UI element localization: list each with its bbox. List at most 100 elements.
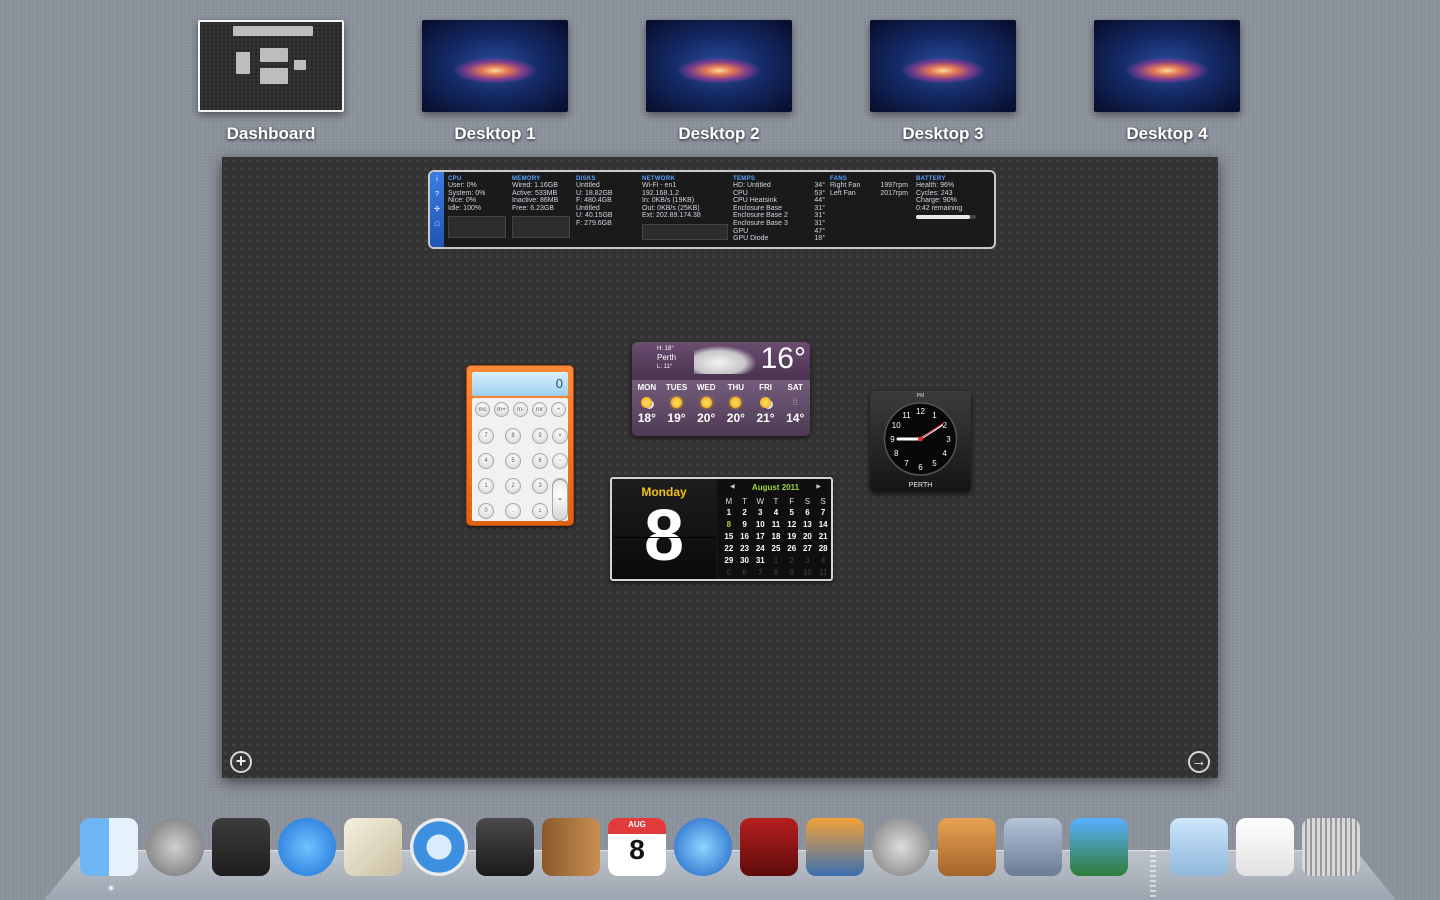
calendar-day-other-month[interactable]: 10 bbox=[800, 567, 816, 579]
calendar-day[interactable]: 14 bbox=[815, 519, 831, 531]
calendar-day[interactable]: 31 bbox=[752, 555, 768, 567]
dock-item-trash[interactable] bbox=[1302, 818, 1362, 878]
calendar-day-other-month[interactable]: 3 bbox=[800, 555, 816, 567]
dock-item-ical[interactable]: AUG 8 bbox=[608, 818, 668, 878]
dock-item-document[interactable] bbox=[1236, 818, 1296, 878]
calendar-day[interactable]: 25 bbox=[768, 543, 784, 555]
desktop-thumbnail[interactable] bbox=[1094, 20, 1240, 112]
move-icon[interactable]: ✣ bbox=[430, 202, 444, 217]
calc-key-decimal[interactable]: . bbox=[505, 503, 521, 519]
calendar-widget[interactable]: Monday 8 ◀ August 2011 ▶ MTWTFSS12345678… bbox=[610, 477, 833, 581]
resize-icon[interactable]: □ bbox=[430, 217, 444, 232]
dock-item-itunes[interactable] bbox=[674, 818, 734, 878]
istat-tabs[interactable]: i ? ✣ □ bbox=[430, 172, 444, 247]
info-icon[interactable]: i bbox=[430, 172, 444, 187]
calendar-day[interactable]: 17 bbox=[752, 531, 768, 543]
desktop-thumbnail[interactable] bbox=[422, 20, 568, 112]
calendar-day[interactable]: 20 bbox=[800, 531, 816, 543]
calendar-day[interactable]: 6 bbox=[800, 507, 816, 519]
dock-item-system-preferences[interactable] bbox=[872, 818, 932, 878]
calc-key-memory-clear[interactable]: mc bbox=[475, 402, 490, 417]
dock-item-mail[interactable] bbox=[344, 818, 404, 878]
calendar-day[interactable]: 5 bbox=[784, 507, 800, 519]
dock-item-finder[interactable] bbox=[80, 818, 140, 878]
weather-widget[interactable]: H: 18° Perth L: 11° 16° MON 18° TUES 19° WED… bbox=[632, 342, 810, 436]
calendar-day[interactable]: 4 bbox=[768, 507, 784, 519]
calendar-day-other-month[interactable]: 7 bbox=[752, 567, 768, 579]
dock-item-pages[interactable] bbox=[1004, 818, 1064, 878]
space-desktop-2[interactable]: Desktop 2 bbox=[646, 20, 792, 144]
calc-key-2[interactable]: 2 bbox=[505, 478, 521, 494]
calc-key-1[interactable]: 1 bbox=[478, 478, 494, 494]
calculator-widget[interactable]: 0 mcm+m-mr÷789×456−123+0.c= bbox=[466, 365, 574, 526]
calc-key-divide[interactable]: ÷ bbox=[551, 402, 566, 417]
space-desktop-1[interactable]: Desktop 1 bbox=[422, 20, 568, 144]
calc-key-memory-recall[interactable]: mr bbox=[532, 402, 547, 417]
calendar-day[interactable]: 7 bbox=[815, 507, 831, 519]
dock-item-app-store[interactable] bbox=[278, 818, 338, 878]
calendar-day[interactable]: 19 bbox=[784, 531, 800, 543]
calendar-day[interactable]: 1 bbox=[721, 507, 737, 519]
dock-item-address-book[interactable] bbox=[542, 818, 602, 878]
calc-key-6[interactable]: 6 bbox=[532, 453, 548, 469]
calendar-day-other-month[interactable]: 5 bbox=[721, 567, 737, 579]
calendar-day[interactable]: 3 bbox=[752, 507, 768, 519]
calc-key-multiply[interactable]: × bbox=[552, 428, 568, 444]
calendar-day[interactable]: 2 bbox=[737, 507, 753, 519]
calc-key-0[interactable]: 0 bbox=[478, 503, 494, 519]
calc-key-memory-subtract[interactable]: m- bbox=[513, 402, 528, 417]
dock-item-safari[interactable] bbox=[410, 818, 470, 878]
space-dashboard[interactable]: Dashboard bbox=[198, 20, 344, 144]
calendar-day-panel[interactable]: Monday 8 bbox=[612, 479, 716, 579]
dashboard-thumbnail[interactable] bbox=[198, 20, 344, 112]
calendar-day[interactable]: 16 bbox=[737, 531, 753, 543]
calendar-day[interactable]: 22 bbox=[721, 543, 737, 555]
calendar-day[interactable]: 28 bbox=[815, 543, 831, 555]
dock-item-launchpad[interactable] bbox=[146, 818, 206, 878]
calendar-day-other-month[interactable]: 4 bbox=[815, 555, 831, 567]
desktop-thumbnail[interactable] bbox=[870, 20, 1016, 112]
calendar-day[interactable]: 21 bbox=[815, 531, 831, 543]
calc-key-memory-add[interactable]: m+ bbox=[494, 402, 509, 417]
calc-key-minus[interactable]: − bbox=[552, 453, 568, 469]
space-desktop-4[interactable]: Desktop 4 bbox=[1094, 20, 1240, 144]
calendar-day-other-month[interactable]: 8 bbox=[768, 567, 784, 579]
calendar-day-other-month[interactable]: 11 bbox=[815, 567, 831, 579]
calendar-day[interactable]: 9 bbox=[737, 519, 753, 531]
dock-item-facetime[interactable] bbox=[476, 818, 536, 878]
calendar-day[interactable]: 18 bbox=[768, 531, 784, 543]
next-month-icon[interactable]: ▶ bbox=[816, 483, 821, 490]
calendar-day[interactable]: 12 bbox=[784, 519, 800, 531]
add-widget-button[interactable]: + bbox=[230, 751, 252, 773]
calendar-day[interactable]: 29 bbox=[721, 555, 737, 567]
calendar-day-other-month[interactable]: 6 bbox=[737, 567, 753, 579]
calc-key-7[interactable]: 7 bbox=[478, 428, 494, 444]
calendar-day[interactable]: 8 bbox=[721, 519, 737, 531]
istat-widget[interactable]: i ? ✣ □ CPU User: 0% System: 0% Nice: 0% Id… bbox=[428, 170, 996, 249]
calc-key-8[interactable]: 8 bbox=[505, 428, 521, 444]
dock-item-iphoto[interactable] bbox=[806, 818, 866, 878]
calendar-day-other-month[interactable]: 2 bbox=[784, 555, 800, 567]
dock-item-keynote[interactable] bbox=[938, 818, 998, 878]
calendar-day-other-month[interactable]: 1 bbox=[768, 555, 784, 567]
calc-key-5[interactable]: 5 bbox=[505, 453, 521, 469]
calc-key-3[interactable]: 3 bbox=[532, 478, 548, 494]
next-arrow-button[interactable]: → bbox=[1188, 751, 1210, 773]
calendar-day[interactable]: 24 bbox=[752, 543, 768, 555]
calendar-day[interactable]: 11 bbox=[768, 519, 784, 531]
calc-key-clear[interactable]: c bbox=[532, 503, 548, 519]
desktop-thumbnail[interactable] bbox=[646, 20, 792, 112]
clock-widget[interactable]: PM 12 1 2 3 4 5 6 7 8 9 10 11 PERTH bbox=[870, 391, 971, 492]
space-desktop-3[interactable]: Desktop 3 bbox=[870, 20, 1016, 144]
calendar-day[interactable]: 10 bbox=[752, 519, 768, 531]
calc-key-equals[interactable]: = bbox=[552, 479, 568, 521]
calendar-day[interactable]: 23 bbox=[737, 543, 753, 555]
calendar-day-other-month[interactable]: 9 bbox=[784, 567, 800, 579]
calendar-day[interactable]: 15 bbox=[721, 531, 737, 543]
calendar-day[interactable]: 30 bbox=[737, 555, 753, 567]
calendar-day[interactable]: 27 bbox=[800, 543, 816, 555]
dock-item-mission-control[interactable] bbox=[212, 818, 272, 878]
dock-item-folder[interactable] bbox=[1170, 818, 1230, 878]
help-icon[interactable]: ? bbox=[430, 187, 444, 202]
calendar-day[interactable]: 13 bbox=[800, 519, 816, 531]
